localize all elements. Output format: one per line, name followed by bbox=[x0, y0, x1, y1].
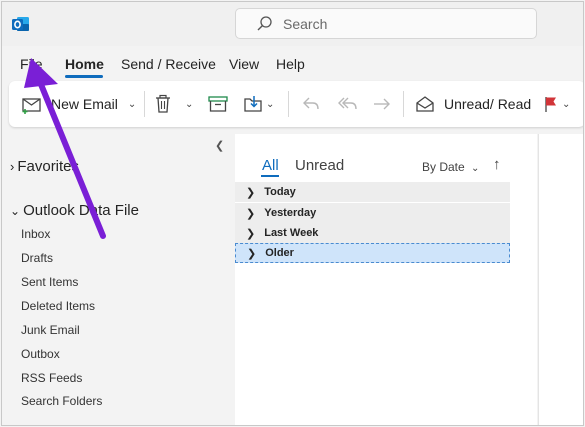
favorites-label: Favorites bbox=[17, 158, 80, 175]
forward-button[interactable] bbox=[372, 81, 392, 127]
group-label: Yesterday bbox=[264, 207, 317, 219]
forward-arrow-icon bbox=[374, 98, 390, 110]
search-icon bbox=[257, 16, 272, 31]
search-box[interactable]: Search bbox=[235, 8, 537, 39]
menu-file[interactable]: File bbox=[20, 56, 43, 72]
ribbon-divider bbox=[144, 91, 145, 117]
unread-read-button[interactable]: Unread/ Read bbox=[415, 81, 531, 127]
chevron-right-icon: ❯ bbox=[246, 186, 256, 199]
folder-rss-feeds[interactable]: RSS Feeds bbox=[21, 371, 82, 385]
folder-inbox[interactable]: Inbox bbox=[21, 227, 50, 241]
sort-label: By Date bbox=[422, 160, 465, 174]
open-envelope-icon bbox=[416, 96, 434, 112]
menu-send-receive[interactable]: Send / Receive bbox=[121, 56, 216, 72]
menu-help[interactable]: Help bbox=[276, 56, 305, 72]
collapse-pane-chevron-icon[interactable]: ❮ bbox=[215, 139, 224, 152]
data-file-label: Outlook Data File bbox=[23, 202, 139, 219]
reply-all-button[interactable] bbox=[337, 81, 359, 127]
chevron-right-icon: › bbox=[10, 159, 15, 174]
chevron-right-icon: ❯ bbox=[247, 247, 257, 260]
group-header-today[interactable]: ❯ Today bbox=[235, 182, 510, 202]
search-placeholder: Search bbox=[283, 15, 328, 32]
undo-button[interactable] bbox=[301, 81, 321, 127]
archive-icon bbox=[208, 96, 228, 112]
chevron-right-icon: ❯ bbox=[246, 207, 256, 220]
chevron-down-icon: ⌄ bbox=[10, 204, 21, 218]
outlook-logo-icon bbox=[12, 17, 29, 31]
folder-junk-email[interactable]: Junk Email bbox=[21, 323, 80, 337]
mail-list-pane bbox=[235, 134, 537, 425]
active-tab-indicator bbox=[65, 75, 103, 78]
folder-sent-items[interactable]: Sent Items bbox=[21, 275, 78, 289]
folder-search-folders[interactable]: Search Folders bbox=[21, 394, 102, 408]
chevron-down-icon: ⌄ bbox=[562, 98, 571, 110]
group-header-yesterday[interactable]: ❯ Yesterday bbox=[235, 203, 510, 223]
reply-icon bbox=[303, 97, 319, 110]
data-file-header[interactable]: ⌄ Outlook Data File bbox=[10, 202, 139, 219]
chevron-down-icon: ⌄ bbox=[266, 98, 275, 110]
move-folder-icon bbox=[244, 96, 262, 112]
menu-view[interactable]: View bbox=[229, 56, 259, 72]
new-email-button[interactable]: New Email ⌄ bbox=[21, 81, 136, 127]
reading-pane bbox=[538, 134, 583, 425]
folder-drafts[interactable]: Drafts bbox=[21, 251, 53, 265]
chevron-right-icon: ❯ bbox=[246, 227, 256, 240]
ribbon-divider bbox=[403, 91, 404, 117]
chevron-down-icon: ⌄ bbox=[127, 98, 137, 110]
sort-by-button[interactable]: By Date ⌄ bbox=[422, 160, 479, 174]
delete-button[interactable] bbox=[154, 81, 172, 127]
delete-options-button[interactable]: ⌄ bbox=[185, 81, 193, 127]
menu-home[interactable]: Home bbox=[65, 56, 104, 72]
flag-button[interactable]: ⌄ bbox=[543, 81, 570, 127]
flag-icon bbox=[545, 97, 556, 112]
outlook-window: Search File Home Send / Receive View Hel… bbox=[1, 1, 584, 426]
ribbon-divider bbox=[288, 91, 289, 117]
folder-deleted-items[interactable]: Deleted Items bbox=[21, 299, 95, 313]
tab-unread[interactable]: Unread bbox=[295, 157, 344, 174]
chevron-down-icon: ⌄ bbox=[471, 163, 480, 174]
unread-read-label: Unread/ Read bbox=[444, 96, 532, 112]
archive-button[interactable] bbox=[208, 81, 228, 127]
chevron-down-icon: ⌄ bbox=[185, 98, 194, 110]
trash-icon bbox=[156, 94, 170, 113]
tab-all[interactable]: All bbox=[262, 157, 279, 174]
group-header-older[interactable]: ❯ Older bbox=[235, 243, 510, 263]
reply-all-icon bbox=[338, 97, 357, 110]
menu-bar: File Home Send / Receive View Help bbox=[2, 50, 583, 78]
active-filter-indicator bbox=[261, 175, 279, 177]
title-bar: Search bbox=[2, 2, 583, 46]
folder-outbox[interactable]: Outbox bbox=[21, 347, 60, 361]
group-label: Last Week bbox=[264, 227, 319, 239]
move-to-button[interactable]: ⌄ bbox=[243, 81, 274, 127]
group-header-last-week[interactable]: ❯ Last Week bbox=[235, 223, 510, 243]
new-email-icon bbox=[22, 98, 41, 114]
sort-direction-up-arrow-icon[interactable]: ↑ bbox=[493, 156, 501, 173]
ribbon-toolbar: New Email ⌄ ⌄ ⌄ Unread/ Read ⌄ bbox=[9, 81, 583, 127]
new-email-label: New Email bbox=[51, 96, 118, 112]
group-label: Older bbox=[265, 247, 294, 259]
group-label: Today bbox=[264, 186, 296, 198]
favorites-header[interactable]: › Favorites bbox=[10, 158, 79, 175]
